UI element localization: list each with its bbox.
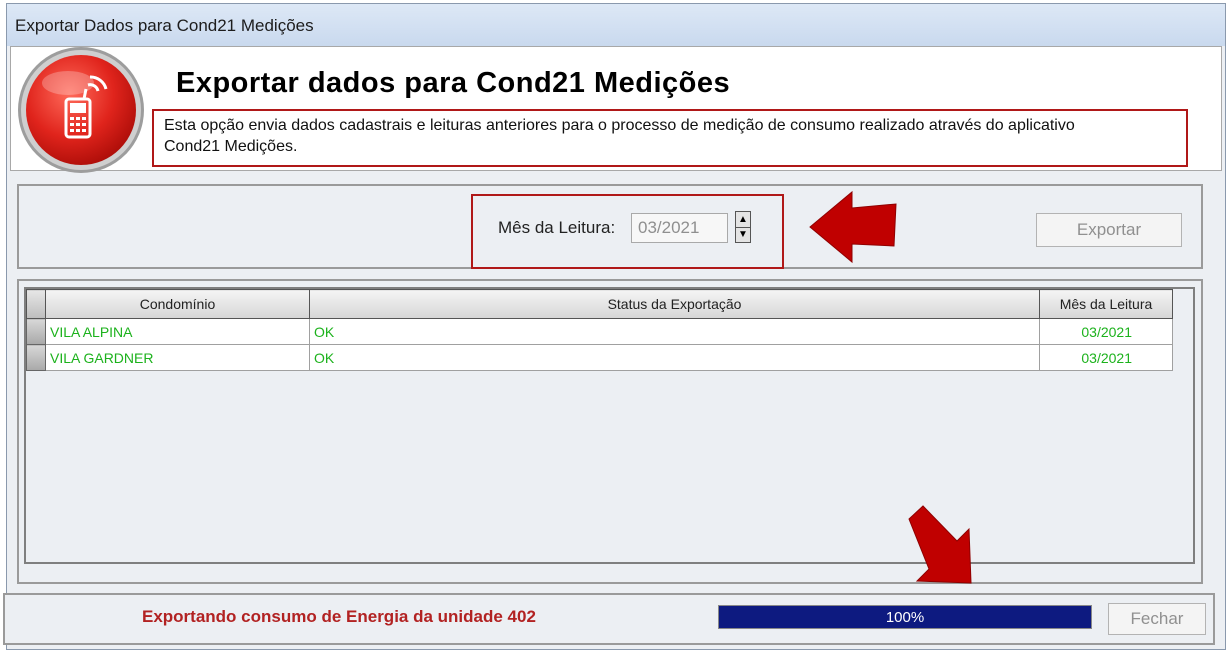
header-panel: Exportar dados para Cond21 Medições Esta… <box>10 46 1222 171</box>
cell-condominio: VILA GARDNER <box>45 344 310 371</box>
month-label: Mês da Leitura: <box>498 218 616 237</box>
cell-status: OK <box>309 318 1040 345</box>
column-header-status[interactable]: Status da Exportação <box>309 289 1040 319</box>
page-title: Exportar dados para Cond21 Medições <box>176 67 731 99</box>
mobile-phone-icon <box>26 55 136 165</box>
red-arrow-left-icon <box>809 190 897 264</box>
description-box: Esta opção envia dados cadastrais e leit… <box>152 109 1188 167</box>
description-line-2: Cond21 Medições. <box>164 138 298 155</box>
row-selector[interactable] <box>26 318 46 345</box>
window-title: Exportar Dados para Cond21 Medições <box>15 16 314 35</box>
export-status-table: Condomínio Status da Exportação Mês da L… <box>26 289 1173 371</box>
export-button[interactable]: Exportar <box>1036 213 1182 247</box>
column-header-mes[interactable]: Mês da Leitura <box>1039 289 1173 319</box>
close-button[interactable]: Fechar <box>1108 603 1206 635</box>
spinner-down-icon[interactable]: ▼ <box>736 227 750 242</box>
status-message: Exportando consumo de Energia da unidade… <box>142 607 536 626</box>
spinner-up-icon[interactable]: ▲ <box>736 212 750 228</box>
column-header-condominio[interactable]: Condomínio <box>45 289 310 319</box>
table-row[interactable]: VILA ALPINA OK 03/2021 <box>26 318 1173 345</box>
cell-condominio: VILA ALPINA <box>45 318 310 345</box>
window-titlebar: Exportar Dados para Cond21 Medições <box>7 4 1225 46</box>
cell-status: OK <box>309 344 1040 371</box>
progress-label: 100% <box>885 609 925 626</box>
row-selector[interactable] <box>26 344 46 371</box>
red-arrow-down-icon <box>908 505 972 584</box>
table-header-row: Condomínio Status da Exportação Mês da L… <box>26 289 1173 319</box>
description-line-1: Esta opção envia dados cadastrais e leit… <box>164 117 1075 134</box>
row-selector-header <box>26 289 46 319</box>
progress-bar: 100% <box>718 605 1092 629</box>
month-input[interactable] <box>631 213 728 243</box>
cell-mes: 03/2021 <box>1039 318 1173 345</box>
month-spinner[interactable]: ▲ ▼ <box>735 211 751 243</box>
table-row[interactable]: VILA GARDNER OK 03/2021 <box>26 344 1173 371</box>
cell-mes: 03/2021 <box>1039 344 1173 371</box>
